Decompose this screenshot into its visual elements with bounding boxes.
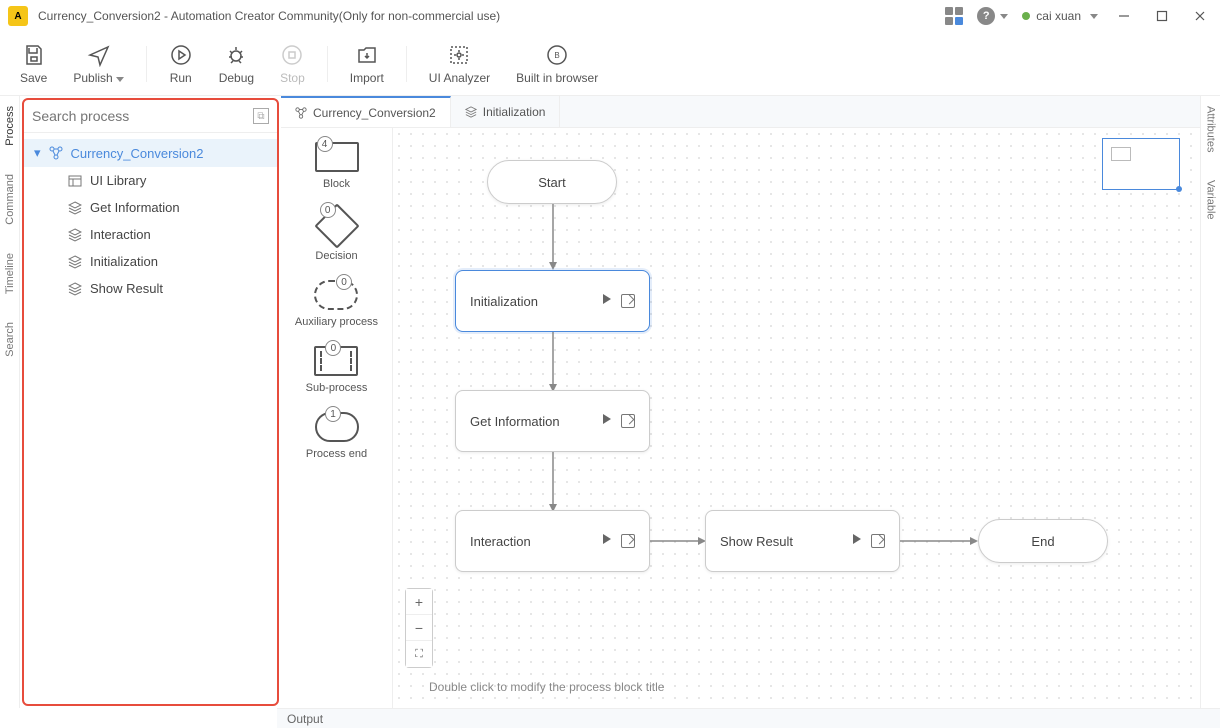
zoom-out-button[interactable]: − — [406, 615, 432, 641]
app-icon: A — [8, 6, 28, 26]
user-name: cai xuan — [1036, 9, 1081, 23]
tab-initialization[interactable]: Initialization — [451, 96, 561, 127]
palette-auxiliary[interactable]: 0 Auxiliary process — [295, 280, 378, 328]
rightbar-variable[interactable]: Variable — [1205, 180, 1217, 220]
library-icon — [68, 174, 82, 188]
svg-text:B: B — [555, 51, 560, 60]
stack-icon — [68, 255, 82, 269]
debug-button[interactable]: Debug — [209, 39, 264, 89]
zoom-fit-button[interactable]: ⛶ — [406, 641, 432, 667]
close-button[interactable] — [1188, 4, 1212, 28]
tree-item[interactable]: Show Result — [24, 275, 277, 302]
edit-icon[interactable] — [621, 294, 635, 308]
edit-icon[interactable] — [621, 534, 635, 548]
tab-main[interactable]: Currency_Conversion2 — [281, 96, 451, 127]
import-button[interactable]: Import — [340, 39, 394, 89]
tree-item[interactable]: UI Library — [24, 167, 277, 194]
sidebar-tab-search[interactable]: Search — [4, 322, 16, 357]
user-menu[interactable]: cai xuan — [1022, 9, 1098, 23]
minimap[interactable] — [1102, 138, 1180, 190]
node-end[interactable]: End — [978, 519, 1108, 563]
canvas-hint: Double click to modify the process block… — [429, 680, 664, 694]
browser-button[interactable]: B Built in browser — [506, 39, 608, 89]
expand-icon[interactable]: ⧉ — [253, 108, 269, 124]
edit-icon[interactable] — [871, 534, 885, 548]
search-input[interactable] — [32, 108, 253, 124]
flow-icon — [49, 146, 63, 160]
play-icon[interactable] — [603, 294, 611, 304]
zoom-in-button[interactable]: + — [406, 589, 432, 615]
sidebar-tab-process[interactable]: Process — [4, 106, 16, 146]
canvas[interactable]: Start Initialization Get Information Int… — [393, 128, 1200, 708]
run-button[interactable]: Run — [159, 39, 203, 89]
sidebar-tab-command[interactable]: Command — [4, 174, 16, 225]
zoom-controls: + − ⛶ — [405, 588, 433, 668]
minimize-button[interactable] — [1112, 4, 1136, 28]
node-start[interactable]: Start — [487, 160, 617, 204]
publish-button[interactable]: Publish — [63, 39, 133, 89]
edit-icon[interactable] — [621, 414, 635, 428]
sidebar-tab-timeline[interactable]: Timeline — [4, 253, 16, 294]
status-bar[interactable]: Output — [277, 708, 1220, 728]
apps-icon[interactable] — [945, 7, 963, 25]
palette-subprocess[interactable]: 0 Sub-process — [306, 346, 368, 394]
help-button[interactable]: ? — [977, 7, 1008, 25]
play-icon[interactable] — [853, 534, 861, 544]
window-title: Currency_Conversion2 - Automation Creato… — [38, 9, 945, 23]
stack-icon — [68, 201, 82, 215]
tree-root[interactable]: ▾ Currency_Conversion2 — [24, 139, 277, 167]
node-show-result[interactable]: Show Result — [705, 510, 900, 572]
stack-icon — [68, 282, 82, 296]
palette-end[interactable]: 1 Process end — [306, 412, 367, 460]
palette-block[interactable]: 4 Block — [315, 142, 359, 190]
tree-item[interactable]: Initialization — [24, 248, 277, 275]
rightbar-attributes[interactable]: Attributes — [1205, 106, 1217, 152]
process-panel: ⧉ ▾ Currency_Conversion2 UI Library Get … — [22, 98, 279, 706]
node-initialization[interactable]: Initialization — [455, 270, 650, 332]
palette-decision[interactable]: 0 Decision — [315, 208, 357, 262]
ui-analyzer-button[interactable]: UI Analyzer — [419, 39, 500, 89]
node-get-information[interactable]: Get Information — [455, 390, 650, 452]
save-button[interactable]: Save — [10, 39, 57, 89]
tree-item[interactable]: Get Information — [24, 194, 277, 221]
tree-item[interactable]: Interaction — [24, 221, 277, 248]
maximize-button[interactable] — [1150, 4, 1174, 28]
stack-icon — [465, 106, 477, 118]
node-interaction[interactable]: Interaction — [455, 510, 650, 572]
flow-icon — [295, 107, 307, 119]
play-icon[interactable] — [603, 534, 611, 544]
stack-icon — [68, 228, 82, 242]
stop-button: Stop — [270, 39, 315, 89]
play-icon[interactable] — [603, 414, 611, 424]
